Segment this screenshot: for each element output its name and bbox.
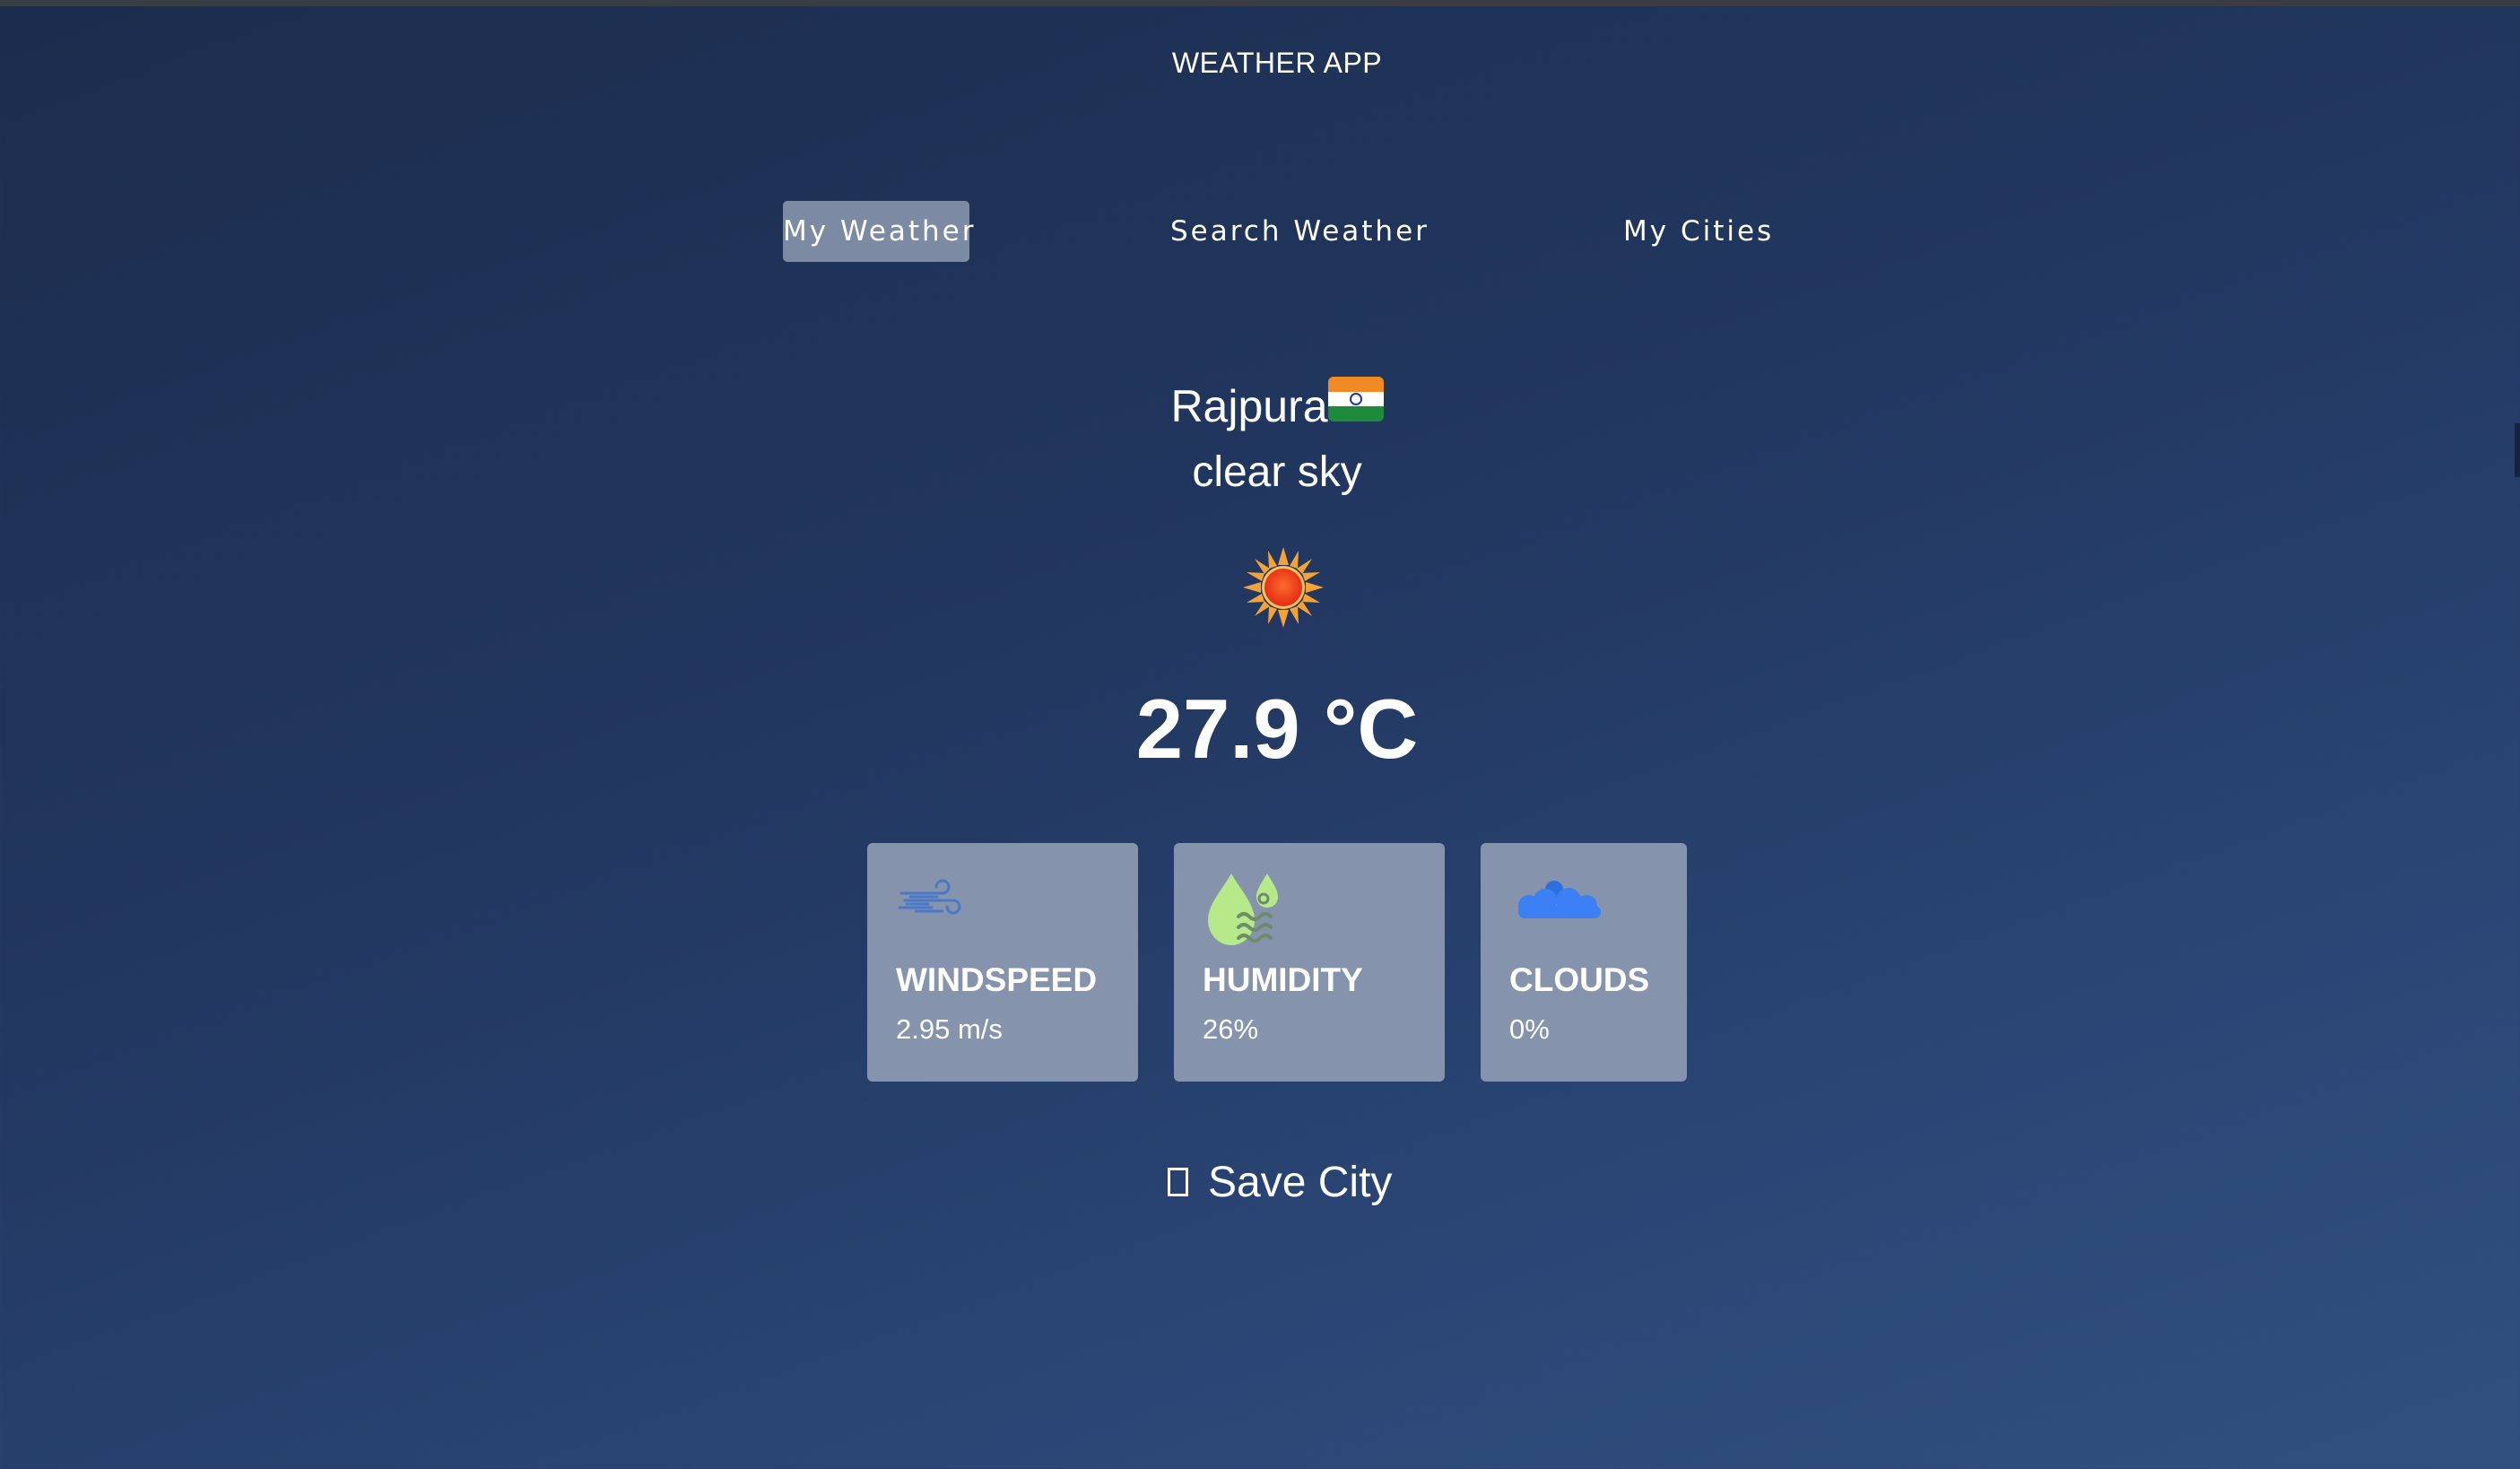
- clouds-value: 0%: [1509, 1013, 1550, 1045]
- wind-icon: [896, 870, 968, 928]
- clouds-label: CLOUDS: [1509, 961, 1650, 998]
- cloud-icon: [1509, 870, 1608, 928]
- india-flag-icon: [1327, 377, 1384, 422]
- humidity-value: 26%: [1203, 1013, 1259, 1045]
- sun-icon: [1241, 545, 1325, 630]
- windspeed-card: WINDSPEED 2.95 m/s: [867, 843, 1138, 1082]
- app-title: WEATHER APP: [1171, 47, 1383, 79]
- city-name: Rajpura: [1170, 381, 1328, 431]
- tab-search-weather[interactable]: Search Weather: [1170, 201, 1429, 262]
- windspeed-label: WINDSPEED: [896, 961, 1098, 998]
- tab-my-weather[interactable]: My Weather: [783, 201, 973, 262]
- humidity-label: HUMIDITY: [1203, 961, 1363, 998]
- save-city-checkbox[interactable]: [1168, 1168, 1188, 1196]
- save-city-label[interactable]: Save City: [1208, 1158, 1392, 1207]
- save-city-toggle[interactable]: Save City: [1168, 1151, 1392, 1213]
- clouds-card: CLOUDS 0%: [1481, 843, 1687, 1082]
- temperature-readout: 27.9 °C: [1135, 682, 1419, 776]
- windspeed-value: 2.95 m/s: [896, 1013, 1003, 1045]
- window-top-edge: [0, 0, 2520, 6]
- location-heading: Rajpura: [0, 375, 2520, 438]
- weather-description: clear sky: [1192, 448, 1362, 496]
- humidity-card: HUMIDITY 26%: [1174, 843, 1445, 1082]
- humidity-drop-icon: [1203, 870, 1289, 960]
- tab-my-cities[interactable]: My Cities: [1623, 201, 1774, 262]
